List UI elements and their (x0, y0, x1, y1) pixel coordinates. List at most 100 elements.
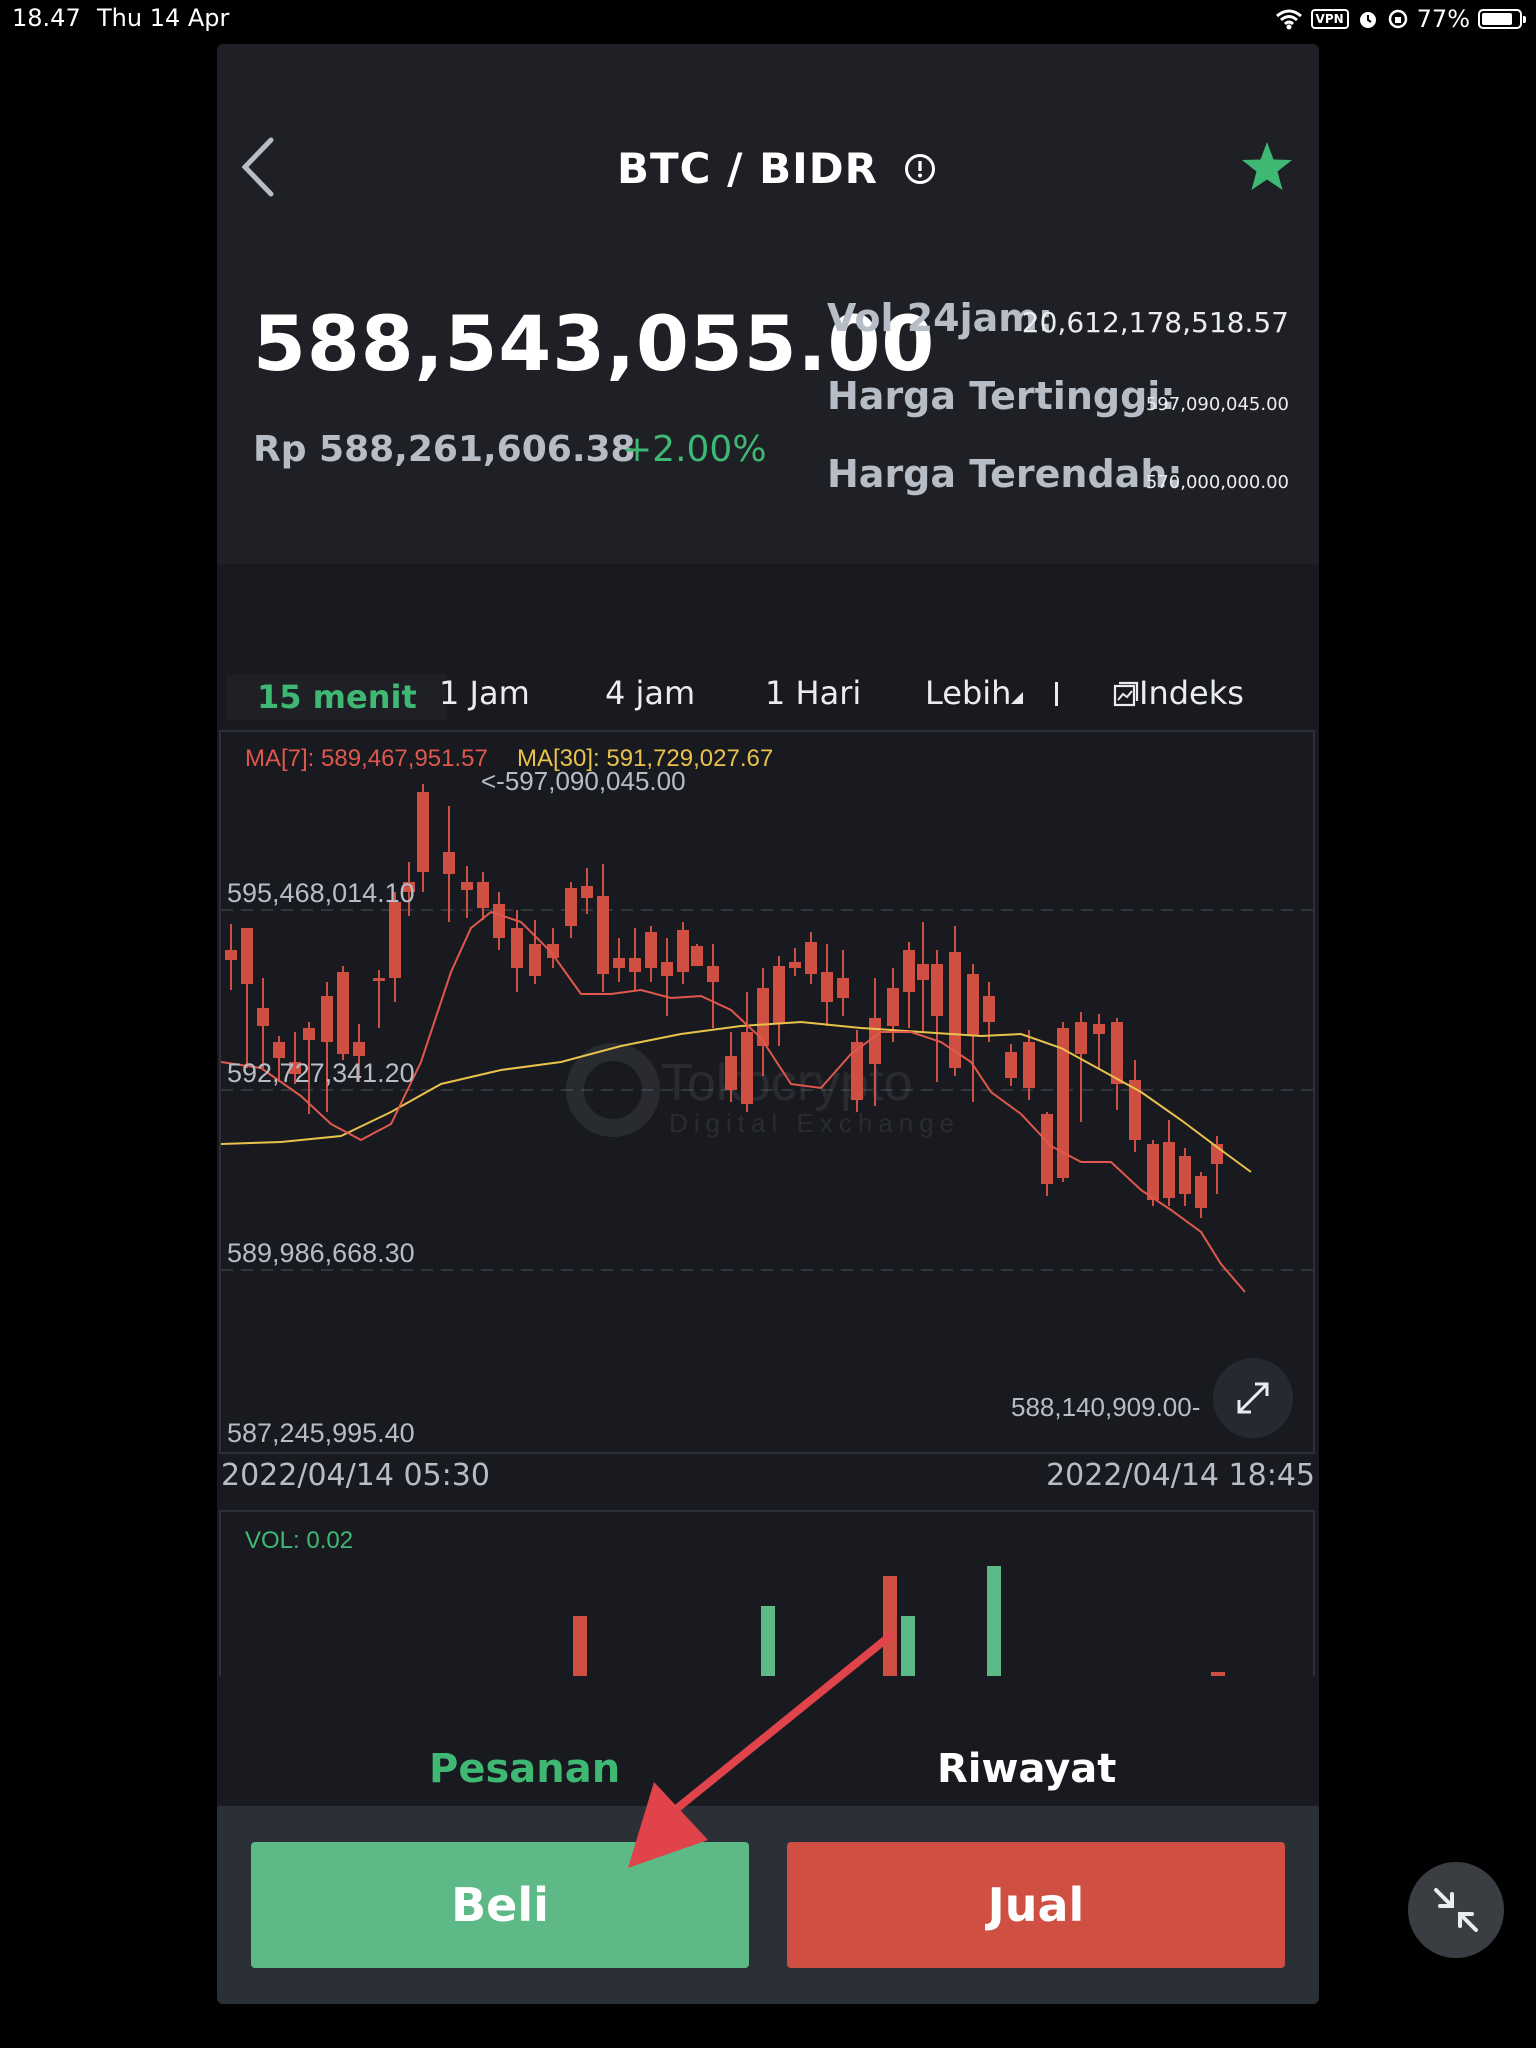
candle-body (493, 904, 505, 938)
stat-label-low: Harga Terendah: (827, 452, 1183, 496)
y-axis-label: 587,245,995.40 (227, 1418, 415, 1448)
volume-bar (987, 1566, 1001, 1676)
tab-riwayat[interactable]: Riwayat (937, 1746, 1116, 1792)
y-axis-label: 595,468,014.10 (227, 878, 415, 908)
status-time: 18.47 (12, 4, 81, 32)
y-axis-label: 589,986,668.30 (227, 1238, 415, 1268)
candle-body (417, 792, 429, 872)
buy-button[interactable]: Beli (251, 1842, 749, 1968)
app-panel: BTC / BIDR 588,543,055.00 Rp 588,261,606… (217, 44, 1319, 2004)
indicator-button[interactable]: Indeks (1113, 674, 1244, 712)
tab-1-jam[interactable]: 1 Jam (439, 674, 530, 712)
volume-chart: VOL: 0.02 (245, 1527, 1225, 1678)
dropdown-corner-icon (1011, 692, 1024, 704)
candle-body (1147, 1144, 1159, 1200)
candlestick-chart[interactable]: Tokocrypto Digital Exchange MA[7]: 589,4… (221, 732, 1313, 1452)
candle-body (983, 996, 995, 1022)
fiat-price: Rp 588,261,606.38 (253, 429, 636, 470)
candlestick-chart-panel[interactable]: Tokocrypto Digital Exchange MA[7]: 589,4… (219, 730, 1315, 1454)
indicator-label: Indeks (1139, 674, 1244, 712)
wifi-icon (1275, 9, 1302, 30)
candle-body (257, 1008, 269, 1026)
candle-body (613, 958, 625, 968)
candle-body (225, 950, 237, 960)
tab-4-jam[interactable]: 4 jam (605, 674, 695, 712)
candle-body (389, 902, 401, 978)
watermark: Tokocrypto Digital Exchange (566, 1043, 960, 1138)
market-header: BTC / BIDR 588,543,055.00 Rp 588,261,606… (217, 44, 1319, 564)
candle-body (1075, 1022, 1087, 1054)
collapse-icon (1434, 1888, 1478, 1932)
tab-15-menit[interactable]: 15 menit (227, 674, 447, 720)
candle-body (917, 964, 929, 980)
sell-button[interactable]: Jual (787, 1842, 1285, 1968)
stat-value-high: 597,090,045.00 (1145, 394, 1289, 415)
candle-body (1005, 1052, 1017, 1078)
collapse-float-button[interactable] (1408, 1862, 1504, 1958)
stat-value-volume: 20,612,178,518.57 (1021, 306, 1289, 339)
candle-body (931, 964, 943, 1016)
low-price-marker: 588,140,909.00- (1011, 1392, 1200, 1422)
candle-body (353, 1042, 365, 1056)
tab-1-hari[interactable]: 1 Hari (765, 674, 861, 712)
info-icon[interactable] (904, 153, 936, 185)
volume-bar (883, 1576, 897, 1676)
fullscreen-button[interactable] (1213, 1358, 1293, 1438)
pair-title: BTC / BIDR (617, 144, 878, 193)
candle-body (1179, 1156, 1191, 1194)
stat-label-high: Harga Tertinggi: (827, 374, 1176, 418)
order-history-tabs: Pesanan Riwayat (217, 1676, 1319, 1836)
alarm-icon (1359, 12, 1376, 28)
candle-body (1041, 1114, 1053, 1184)
candle-body (691, 946, 703, 966)
status-icons: VPN 77% (1275, 4, 1526, 34)
candle-body (805, 942, 817, 974)
candle-body (565, 888, 577, 926)
status-date: Thu 14 Apr (97, 4, 230, 32)
candle-body (887, 988, 899, 1026)
back-button[interactable] (237, 134, 277, 204)
chart-end-date: 2022/04/14 18:45 (1046, 1458, 1315, 1493)
candle-body (273, 1042, 285, 1058)
candle-body (337, 972, 349, 1054)
tab-lebih[interactable]: Lebih (925, 674, 1024, 712)
candle-body (511, 928, 523, 968)
volume-bars (306, 1566, 1225, 1678)
chart-indicator-icon (1113, 681, 1139, 707)
candle-body (1195, 1176, 1207, 1208)
candle-body (629, 958, 641, 972)
candle-body (529, 944, 541, 976)
tab-lebih-label: Lebih (925, 674, 1012, 712)
candle-body (1093, 1024, 1105, 1034)
candle-body (677, 930, 689, 972)
chart-date-row: 2022/04/14 05:30 2022/04/14 18:45 (221, 1456, 1315, 1496)
tab-divider (1055, 682, 1058, 706)
status-bar: 18.47 Thu 14 Apr VPN 77% (0, 0, 1536, 40)
candle-body (581, 886, 593, 898)
candle-body (597, 896, 609, 974)
candle-body (837, 978, 849, 998)
candle-body (661, 962, 673, 976)
candle-body (321, 996, 333, 1042)
battery-percent: 77% (1416, 5, 1470, 33)
candle-body (1163, 1142, 1175, 1198)
volume-bar (761, 1606, 775, 1676)
candles-group (225, 784, 1223, 1218)
vpn-badge: VPN (1310, 9, 1349, 29)
candle-body (1023, 1042, 1035, 1088)
watermark-sub: Digital Exchange (669, 1108, 960, 1138)
tab-pesanan[interactable]: Pesanan (429, 1746, 620, 1792)
favorite-star-icon[interactable] (1239, 140, 1295, 194)
volume-bar (573, 1616, 587, 1676)
trade-actions: Beli Jual (217, 1806, 1319, 2004)
candle-body (303, 1028, 315, 1040)
pair-title-group: BTC / BIDR (617, 144, 936, 193)
chart-start-date: 2022/04/14 05:30 (221, 1458, 490, 1493)
battery-icon (1478, 9, 1526, 29)
high-price-marker: <-597,090,045.00 (481, 766, 686, 796)
volume-bar (901, 1616, 915, 1676)
orientation-lock-icon (1388, 9, 1407, 29)
ma7-label: MA[7]: 589,467,951.57 (245, 745, 488, 772)
candle-body (869, 1018, 881, 1064)
candle-body (241, 928, 253, 984)
